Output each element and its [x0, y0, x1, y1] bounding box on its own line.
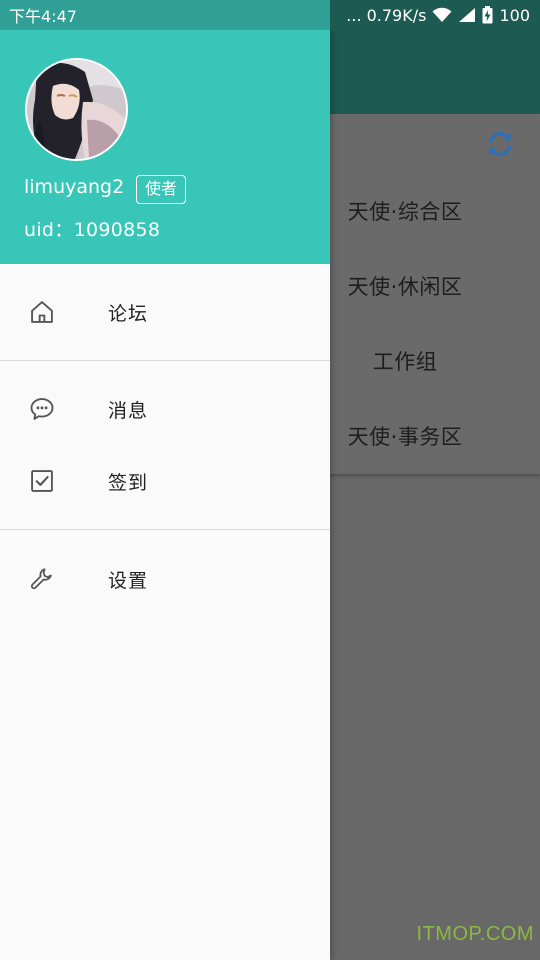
status-time: 下午4:47 — [9, 7, 77, 26]
menu-label-forum: 论坛 — [108, 302, 149, 325]
avatar[interactable] — [25, 58, 128, 161]
avatar-image — [27, 60, 126, 159]
drawer-header: limuyang2 使者 uid：1090858 — [0, 30, 330, 264]
navigation-drawer: limuyang2 使者 uid：1090858 论坛 消息 签到 设置 — [0, 30, 330, 960]
forum-item-workgroup[interactable]: 工作组 — [330, 346, 480, 376]
forum-item-general[interactable]: 天使·综合区 — [330, 196, 480, 226]
menu-item-messages[interactable]: 消息 — [0, 373, 330, 445]
divider — [0, 529, 330, 530]
menu-item-settings[interactable]: 设置 — [0, 543, 330, 615]
menu-label-messages: 消息 — [108, 399, 149, 422]
forum-item-leisure[interactable]: 天使·休闲区 — [330, 271, 480, 301]
screen: 天使·综合区 天使·休闲区 工作组 天使·事务区 下午4:47 ... 0.79… — [0, 0, 540, 960]
battery-level: 100 — [499, 5, 530, 25]
chat-bubble-icon — [30, 398, 54, 420]
status-bar: 下午4:47 ... 0.79K/s 100 — [0, 0, 540, 30]
watermark: ITMOP.COM — [416, 923, 534, 945]
menu-item-forum[interactable]: 论坛 — [0, 276, 330, 348]
divider — [0, 360, 330, 361]
signal-icon — [459, 8, 476, 22]
status-bar-left: 下午4:47 — [0, 0, 330, 30]
menu-item-checkin[interactable]: 签到 — [0, 445, 330, 517]
username: limuyang2 — [24, 176, 125, 198]
refresh-icon[interactable] — [483, 127, 517, 161]
role-badge: 使者 — [136, 175, 187, 204]
status-bar-right: ... 0.79K/s 100 — [330, 0, 540, 30]
wrench-icon — [31, 568, 52, 590]
checkbox-icon — [31, 470, 53, 492]
battery-charging-icon — [482, 6, 493, 24]
menu-label-checkin: 签到 — [108, 471, 149, 494]
user-uid: uid：1090858 — [24, 219, 161, 241]
forum-item-affairs[interactable]: 天使·事务区 — [330, 421, 480, 451]
network-speed: ... 0.79K/s — [346, 5, 427, 25]
wifi-icon — [432, 7, 452, 22]
menu-label-settings: 设置 — [108, 569, 149, 592]
home-icon — [31, 301, 53, 323]
